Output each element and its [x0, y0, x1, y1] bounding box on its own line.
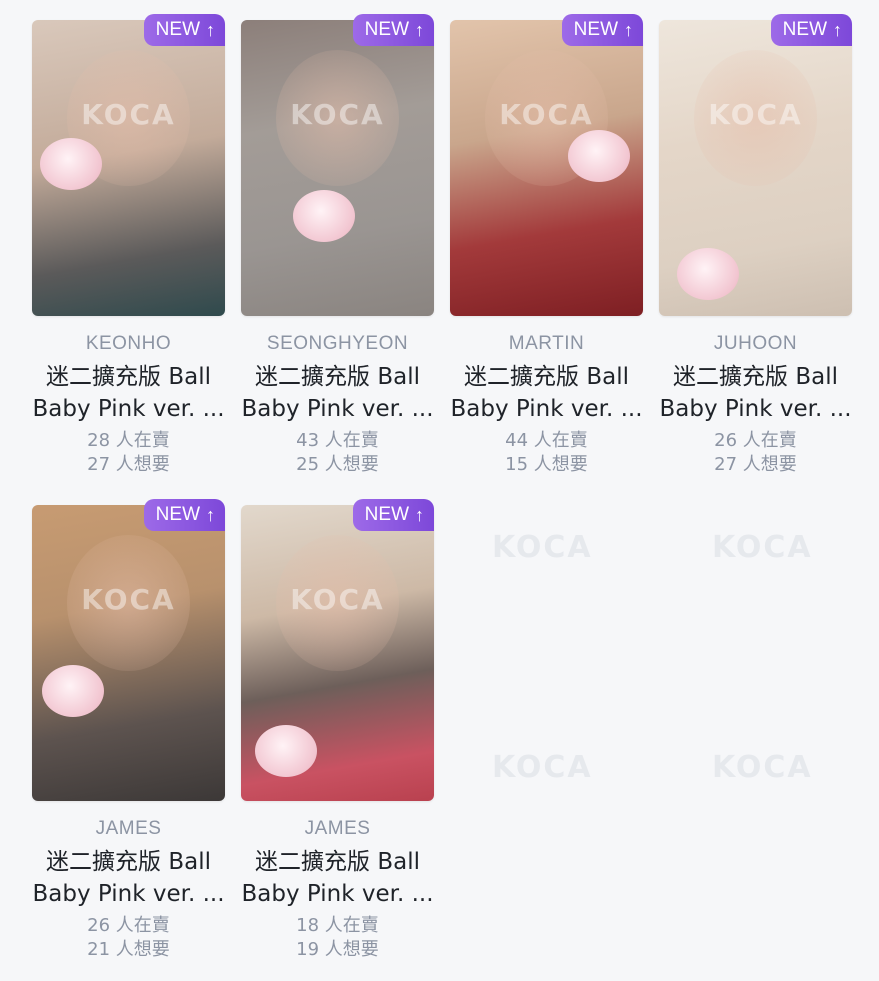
photocard-image[interactable]: KOCA: [32, 20, 225, 316]
background-watermark-logo: KOCA: [712, 530, 813, 565]
photocard-item[interactable]: NEW ↑ KOCA JUHOON 迷二擴充版 Ball Baby Pink v…: [659, 14, 852, 477]
selling-count: 18 人在賣: [296, 915, 379, 936]
photocard-grid: NEW ↑ KOCA KEONHO 迷二擴充版 Ball Baby Pink v…: [32, 14, 852, 962]
selling-count: 26 人在賣: [87, 915, 170, 936]
photocard-image[interactable]: KOCA: [450, 20, 643, 316]
card-title[interactable]: 迷二擴充版 Ball Baby Pink ver. ...: [450, 361, 643, 425]
wanting-count: 27 人想要: [87, 454, 170, 475]
new-badge-label: NEW: [155, 504, 200, 525]
member-name: KEONHO: [85, 333, 172, 354]
arrow-up-icon: ↑: [833, 20, 842, 40]
new-badge: NEW ↑: [352, 499, 434, 531]
background-watermark-logo: KOCA: [492, 530, 593, 565]
background-watermark-logo: KOCA: [712, 750, 813, 785]
member-name: MARTIN: [508, 333, 585, 354]
new-badge-label: NEW: [364, 19, 409, 40]
selling-count: 26 人在賣: [714, 430, 797, 451]
photocard-item[interactable]: NEW ↑ KOCA JAMES 迷二擴充版 Ball Baby Pink ve…: [241, 499, 434, 962]
card-title[interactable]: 迷二擴充版 Ball Baby Pink ver. ...: [241, 846, 434, 910]
photocard-item[interactable]: NEW ↑ KOCA MARTIN 迷二擴充版 Ball Baby Pink v…: [450, 14, 643, 477]
photocard-item[interactable]: NEW ↑ KOCA SEONGHYEON 迷二擴充版 Ball Baby Pi…: [241, 14, 434, 477]
selling-count: 44 人在賣: [505, 430, 588, 451]
arrow-up-icon: ↑: [624, 20, 633, 40]
wanting-count: 19 人想要: [296, 939, 379, 960]
member-name: JAMES: [95, 818, 162, 839]
card-title[interactable]: 迷二擴充版 Ball Baby Pink ver. ...: [32, 846, 225, 910]
card-title[interactable]: 迷二擴充版 Ball Baby Pink ver. ...: [32, 361, 225, 425]
watermark-logo: KOCA: [81, 98, 176, 131]
arrow-up-icon: ↑: [206, 505, 215, 525]
member-name: JUHOON: [713, 333, 798, 354]
photocard-image[interactable]: KOCA: [241, 20, 434, 316]
wanting-count: 27 人想要: [714, 454, 797, 475]
new-badge: NEW ↑: [352, 14, 434, 46]
watermark-logo: KOCA: [81, 583, 176, 616]
new-badge: NEW ↑: [770, 14, 852, 46]
watermark-logo: KOCA: [708, 98, 803, 131]
new-badge: NEW ↑: [143, 499, 225, 531]
watermark-logo: KOCA: [499, 98, 594, 131]
new-badge: NEW ↑: [143, 14, 225, 46]
photocard-item[interactable]: NEW ↑ KOCA JAMES 迷二擴充版 Ball Baby Pink ve…: [32, 499, 225, 962]
background-watermark-logo: KOCA: [492, 750, 593, 785]
arrow-up-icon: ↑: [415, 20, 424, 40]
wanting-count: 21 人想要: [87, 939, 170, 960]
wanting-count: 25 人想要: [296, 454, 379, 475]
card-title[interactable]: 迷二擴充版 Ball Baby Pink ver. ...: [659, 361, 852, 425]
arrow-up-icon: ↑: [206, 20, 215, 40]
new-badge-label: NEW: [155, 19, 200, 40]
new-badge-label: NEW: [364, 504, 409, 525]
member-name: SEONGHYEON: [266, 333, 409, 354]
watermark-logo: KOCA: [290, 98, 385, 131]
watermark-logo: KOCA: [290, 583, 385, 616]
selling-count: 43 人在賣: [296, 430, 379, 451]
member-name: JAMES: [304, 818, 371, 839]
new-badge: NEW ↑: [561, 14, 643, 46]
photocard-image[interactable]: KOCA: [241, 505, 434, 801]
photocard-image[interactable]: KOCA: [32, 505, 225, 801]
arrow-up-icon: ↑: [415, 505, 424, 525]
selling-count: 28 人在賣: [87, 430, 170, 451]
new-badge-label: NEW: [573, 19, 618, 40]
wanting-count: 15 人想要: [505, 454, 588, 475]
photocard-item[interactable]: NEW ↑ KOCA KEONHO 迷二擴充版 Ball Baby Pink v…: [32, 14, 225, 477]
card-title[interactable]: 迷二擴充版 Ball Baby Pink ver. ...: [241, 361, 434, 425]
new-badge-label: NEW: [782, 19, 827, 40]
photocard-image[interactable]: KOCA: [659, 20, 852, 316]
